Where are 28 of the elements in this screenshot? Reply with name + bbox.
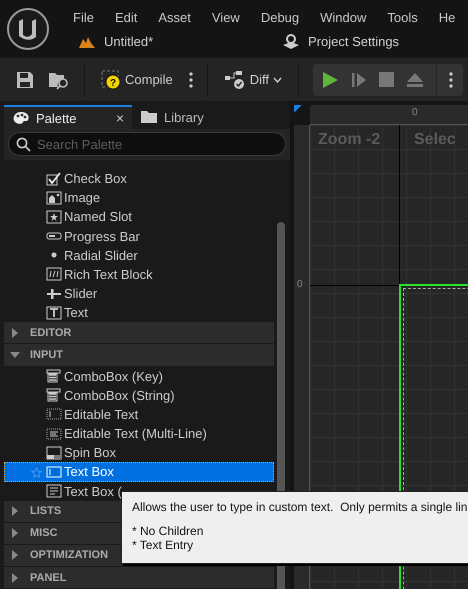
- item-label: Check Box: [64, 171, 127, 186]
- item-label: Rich Text Block: [64, 266, 153, 282]
- category-label: INPUT: [30, 348, 63, 361]
- item-label: ComboBox (String): [64, 388, 175, 403]
- item-label: Radial Slider: [64, 248, 138, 263]
- item-label: Slider: [64, 286, 98, 302]
- item-label: Image: [64, 190, 100, 206]
- category-label: MISC: [30, 527, 58, 540]
- item-label: Text: [64, 305, 88, 320]
- tooltip-bullet: * No Children: [132, 524, 204, 538]
- item-label: Progress Bar: [64, 228, 140, 244]
- category-label: OPTIMIZATION: [30, 549, 108, 562]
- tooltip-bullet: * Text Entry: [132, 538, 194, 552]
- item-label: Text Box (: [64, 484, 122, 499]
- category-label: LISTS: [30, 505, 62, 518]
- ruler-label: 0: [297, 279, 303, 290]
- item-label: Named Slot: [64, 209, 132, 224]
- item-label: Spin Box: [64, 445, 116, 460]
- item-label: Editable Text: [64, 406, 138, 422]
- category-label: EDITOR: [30, 326, 72, 339]
- item-label: Editable Text (Multi-Line): [64, 426, 207, 442]
- compile-status-icon: ?: [101, 70, 121, 90]
- category-label: PANEL: [30, 572, 66, 584]
- item-label: Text Box: [64, 464, 114, 480]
- tab-label: Palette: [36, 110, 76, 126]
- tab-label: Library: [164, 110, 204, 124]
- item-label: ComboBox (Key): [64, 368, 163, 384]
- ruler-label: 0: [412, 107, 418, 118]
